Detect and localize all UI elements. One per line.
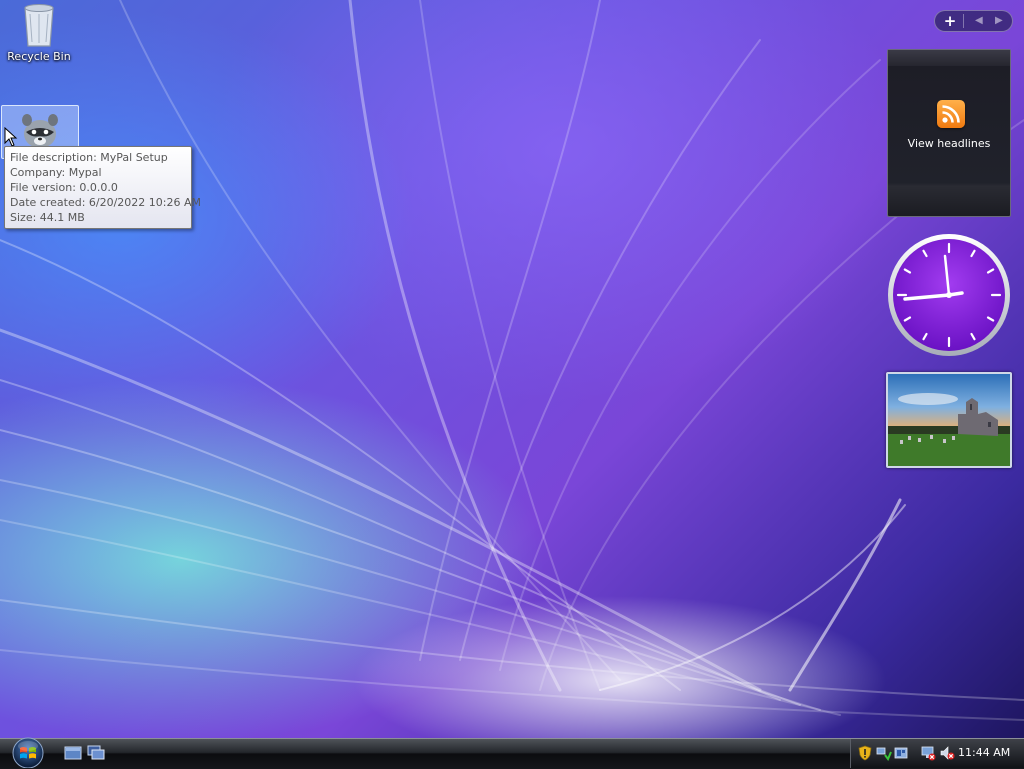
raccoon-mypal-icon bbox=[22, 114, 58, 148]
analog-clock-icon[interactable] bbox=[886, 232, 1012, 358]
view-headlines-link[interactable]: View headlines bbox=[888, 137, 1010, 150]
sidebar-separator bbox=[963, 14, 964, 28]
sidebar-controls: + ◀ ▶ bbox=[934, 10, 1013, 32]
taskbar-clock[interactable]: 11:44 AM bbox=[958, 745, 1010, 761]
tooltip-size: Size: 44.1 MB bbox=[10, 211, 85, 224]
desktop[interactable]: Recycle Bin File description: MyPal Setu… bbox=[0, 0, 1024, 738]
security-alert-icon[interactable] bbox=[857, 745, 873, 761]
switch-windows-icon[interactable] bbox=[87, 745, 105, 761]
windows-start-orb[interactable] bbox=[8, 734, 48, 768]
desktop-icon-recycle-bin[interactable]: Recycle Bin bbox=[1, 2, 77, 63]
tooltip-description: File description: MyPal Setup bbox=[10, 151, 168, 164]
feed-headlines-gadget[interactable]: View headlines bbox=[887, 49, 1011, 217]
tooltip-date-created: Date created: 6/20/2022 10:26 AM bbox=[10, 196, 202, 209]
desktop-icon-label: Recycle Bin bbox=[7, 50, 71, 63]
rss-feed-icon[interactable] bbox=[937, 100, 965, 128]
slideshow-gadget[interactable] bbox=[886, 372, 1012, 468]
safely-remove-icon[interactable] bbox=[893, 745, 909, 761]
previous-gadgets-button[interactable]: ◀ bbox=[975, 13, 983, 29]
mouse-cursor-icon bbox=[4, 127, 18, 147]
tooltip-version: File version: 0.0.0.0 bbox=[10, 181, 118, 194]
file-info-tooltip: File description: MyPal Setup Company: M… bbox=[4, 146, 202, 229]
tooltip-company: Company: Mypal bbox=[10, 166, 102, 179]
network-icon[interactable] bbox=[876, 745, 892, 761]
next-gadgets-button[interactable]: ▶ bbox=[995, 13, 1003, 29]
network-disconnected-icon[interactable] bbox=[920, 745, 936, 761]
volume-muted-icon[interactable] bbox=[939, 745, 955, 761]
recycle-bin-icon bbox=[24, 4, 54, 47]
show-desktop-icon[interactable] bbox=[64, 745, 82, 761]
gadget-top-bar bbox=[888, 50, 1010, 66]
wallpaper-rays bbox=[0, 0, 1024, 721]
slideshow-photo bbox=[888, 374, 1010, 466]
add-gadget-button[interactable]: + bbox=[941, 12, 959, 30]
